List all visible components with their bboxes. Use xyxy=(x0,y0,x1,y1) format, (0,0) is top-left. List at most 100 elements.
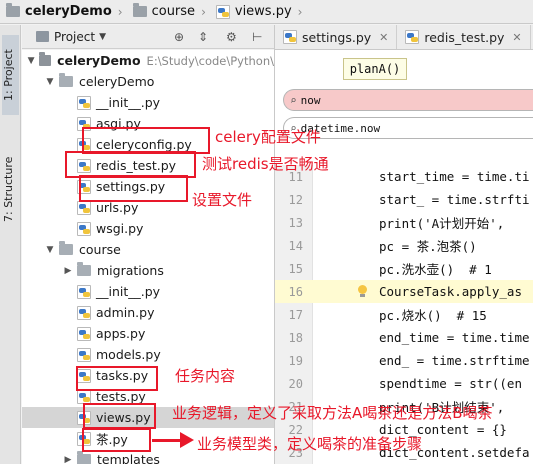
tree-path: E:\Study\code\Python\ xyxy=(146,53,274,68)
code-line: 13 print('A计划开始', xyxy=(275,211,533,234)
tree-label: course xyxy=(79,242,121,257)
line-number: 20 xyxy=(288,376,303,391)
code-line: 12 start_ = time.strfti xyxy=(275,188,533,211)
annotation-tasks: 任务内容 xyxy=(175,367,236,385)
breadcrumb-separator: › xyxy=(117,4,123,19)
code-line: 18 end_time = time.time xyxy=(275,326,533,349)
code-line: 15 pc.洗水壶() # 1 xyxy=(275,257,533,280)
annotation-views: 业务逻辑，定义了采取方法A喝茶还是方法B喝茶 xyxy=(172,404,493,422)
chevron-down-icon[interactable]: ▼ xyxy=(26,56,36,66)
code-text: CourseTask.apply_as xyxy=(379,284,522,299)
breadcrumb-separator: › xyxy=(201,4,206,19)
chevron-right-icon[interactable]: ▶ xyxy=(62,266,74,276)
folder-icon xyxy=(77,451,91,464)
search-value: now xyxy=(300,93,321,107)
tree-label: models.py xyxy=(96,347,161,362)
tree-label: __init__.py xyxy=(96,95,161,110)
gear-icon[interactable]: ⚙ xyxy=(226,30,237,44)
python-file-icon xyxy=(77,284,91,299)
breadcrumb-item-course[interactable]: course › xyxy=(127,3,210,19)
line-number: 17 xyxy=(288,307,303,322)
chevron-down-icon[interactable]: ▼ xyxy=(44,245,56,255)
annotation-redis-test: 测试redis是否畅通 xyxy=(202,155,329,173)
structure-tool-tab[interactable]: 7: Structure xyxy=(2,143,19,235)
collapse-icon[interactable]: ⇕ xyxy=(198,30,208,44)
tree-label: migrations xyxy=(97,263,164,278)
tab-redis-test[interactable]: redis_test.py ✕ xyxy=(397,25,531,49)
search-icon: ⌕ xyxy=(290,93,297,107)
annotation-box-views xyxy=(83,403,156,429)
navigation-breadcrumb: celeryDemo › course › views.py › xyxy=(0,0,533,24)
tree-row[interactable]: ▼ course xyxy=(22,239,274,260)
project-panel-title[interactable]: Project xyxy=(54,30,95,44)
breadcrumb-separator: › xyxy=(297,4,303,19)
python-file-icon xyxy=(77,326,91,341)
tree-label: wsgi.py xyxy=(96,221,144,236)
breadcrumb-item-views[interactable]: views.py › xyxy=(210,4,307,19)
chevron-right-icon[interactable]: ▶ xyxy=(62,455,74,464)
python-file-icon xyxy=(77,221,91,236)
annotation-celeryconfig: celery配置文件 xyxy=(215,128,321,146)
python-file-icon xyxy=(77,200,91,215)
project-tool-tab[interactable]: 1: Project xyxy=(2,35,19,115)
python-file-icon xyxy=(77,347,91,362)
tree-row[interactable]: admin.py xyxy=(22,302,274,323)
tree-row[interactable]: models.py xyxy=(22,344,274,365)
lightbulb-icon[interactable] xyxy=(357,285,367,298)
tree-row[interactable]: __init__.py xyxy=(22,92,274,113)
folder-icon xyxy=(59,241,73,255)
code-line-current: 16 CourseTask.apply_as xyxy=(275,280,533,303)
hide-icon[interactable]: ⊢ xyxy=(252,30,262,44)
line-number: 15 xyxy=(288,261,303,276)
close-icon[interactable]: ✕ xyxy=(379,31,388,44)
annotation-box-redis-test xyxy=(65,151,196,178)
breadcrumb-label: celeryDemo xyxy=(25,4,112,19)
tree-label: tests.py xyxy=(96,389,146,404)
code-editor: settings.py ✕ redis_test.py ✕ planA() ⌕ … xyxy=(274,25,533,464)
folder-icon xyxy=(77,262,91,276)
tab-label: redis_test.py xyxy=(424,29,505,45)
breadcrumb-item-project[interactable]: celeryDemo › xyxy=(0,3,127,19)
annotation-box-celeryconfig xyxy=(82,127,210,154)
tree-label: celeryDemo xyxy=(79,74,155,89)
annotation-box-settings xyxy=(79,175,188,202)
tree-row[interactable]: __init__.py xyxy=(22,281,274,302)
tool-window-strip: 1: Project 7: Structure xyxy=(0,25,21,464)
search-field-no-match[interactable]: ⌕ now xyxy=(283,89,533,111)
arrow-right-icon xyxy=(180,432,194,448)
line-number: 13 xyxy=(288,215,303,230)
python-file-icon xyxy=(405,30,420,44)
tree-row[interactable]: wsgi.py xyxy=(22,218,274,239)
line-number: 12 xyxy=(288,192,303,207)
breadcrumb-label: course xyxy=(151,4,196,19)
tree-row[interactable]: ▼ celeryDemo xyxy=(22,71,274,92)
tree-label: templates xyxy=(97,452,160,464)
line-number: 14 xyxy=(288,238,303,253)
annotation-settings: 设置文件 xyxy=(192,191,253,209)
project-panel-header: Project ▼ ⊕ ⇕ ⚙ ⊢ xyxy=(22,25,274,49)
tree-row[interactable]: ▶ migrations xyxy=(22,260,274,281)
chevron-down-icon[interactable]: ▼ xyxy=(44,77,56,87)
tree-row[interactable]: ▼ celeryDemo E:\Study\code\Python\ xyxy=(22,50,274,71)
code-line: 14 pc = 茶.泡茶() xyxy=(275,234,533,257)
code-text: pc.烧水() # 15 xyxy=(379,308,487,323)
line-number: 19 xyxy=(288,353,303,368)
python-file-icon xyxy=(77,389,91,404)
python-file-icon xyxy=(283,30,297,44)
tab-settings[interactable]: settings.py ✕ xyxy=(275,25,398,49)
line-number: 16 xyxy=(288,284,303,299)
breadcrumb-label: views.py xyxy=(234,4,292,19)
code-line: 20 spendtime = str((en xyxy=(275,372,533,395)
code-text: end_time = time.time xyxy=(379,330,530,345)
tree-row[interactable]: apps.py xyxy=(22,323,274,344)
tree-label: __init__.py xyxy=(96,284,161,299)
tree-label: celeryDemo xyxy=(57,53,141,68)
code-text: print('A计划开始', xyxy=(379,216,505,231)
folder-icon xyxy=(39,52,52,66)
code-text: spendtime = str((en xyxy=(379,376,522,391)
close-icon[interactable]: ✕ xyxy=(512,31,521,44)
triangle-down-icon[interactable]: ▼ xyxy=(99,32,106,42)
target-icon[interactable]: ⊕ xyxy=(174,30,184,44)
annotation-box-tea xyxy=(82,428,151,452)
parameter-hint-popup: planA() xyxy=(343,58,407,80)
